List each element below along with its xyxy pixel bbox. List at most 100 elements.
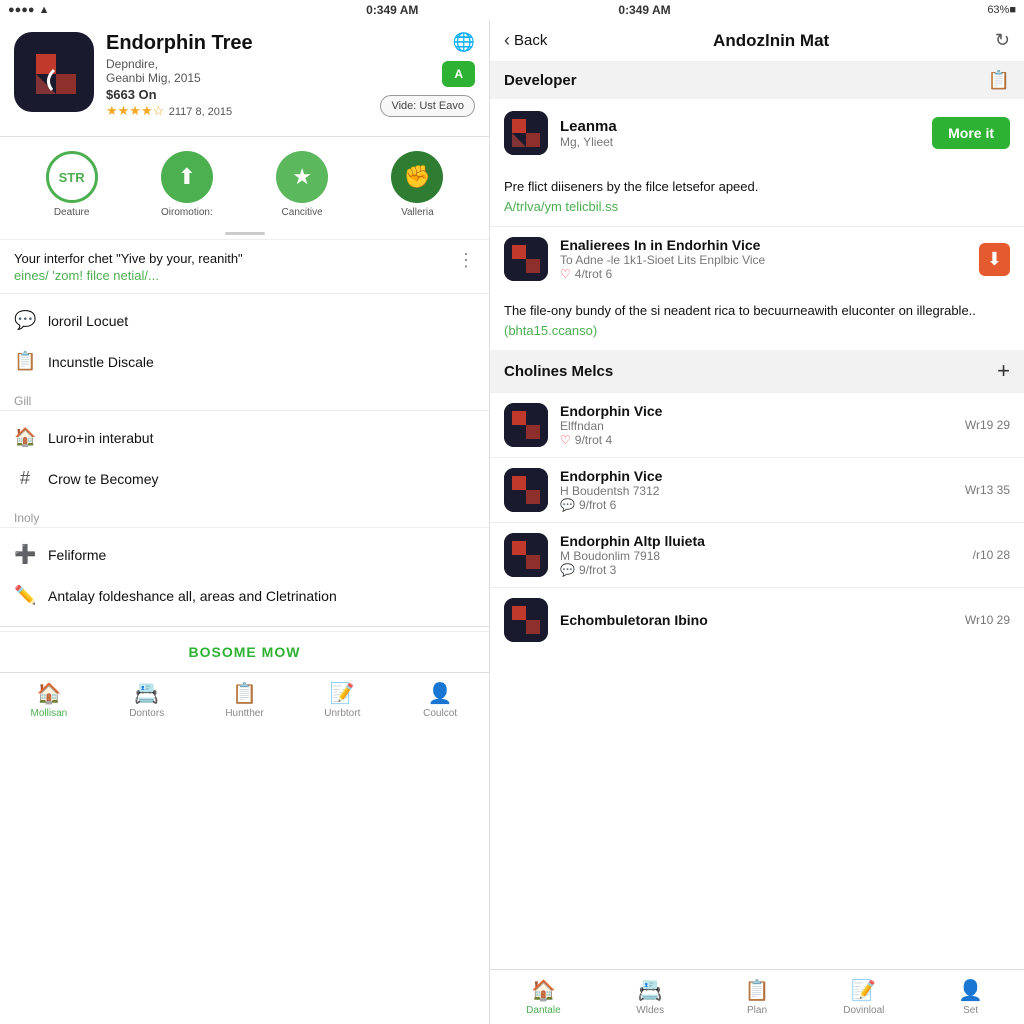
menu-label-crow: Crow te Becomey — [48, 471, 158, 487]
refresh-icon[interactable]: ↻ — [995, 30, 1010, 51]
add-collection-button[interactable]: + — [997, 358, 1010, 384]
review-link[interactable]: eines/ 'zom! filce netial/... — [14, 268, 243, 283]
home-nav-icon: 🏠 — [36, 681, 61, 706]
heart-icon: ♡ — [560, 267, 571, 281]
feature-circle-oiromotion: ⬆ — [161, 151, 213, 203]
card-nav-icon: 📇 — [134, 681, 159, 706]
nav-item-dantale[interactable]: 🏠 Dantale — [490, 970, 597, 1024]
nav-item-dontors[interactable]: 📇 Dontors — [98, 673, 196, 727]
scroll-indicator — [0, 228, 489, 239]
app-sub-0: Elffndan — [560, 419, 953, 433]
right-bottom-nav: 🏠 Dantale 📇 Wldes 📋 Plan 📝 Dovinloal 👤 S… — [490, 969, 1024, 1024]
dev-sub: Mg, Ylieet — [560, 135, 920, 149]
nav-label-dantale: Dantale — [526, 1005, 560, 1016]
section-label-gill: Gill — [0, 388, 489, 410]
app-stars: ★★★★☆ — [106, 103, 164, 118]
nav-item-wldes[interactable]: 📇 Wldes — [597, 970, 704, 1024]
nav-item-dovinloal[interactable]: 📝 Dovinloal — [810, 970, 917, 1024]
nav-label-unrbtort: Unrbtort — [324, 708, 360, 719]
app-date-2: /r10 28 — [973, 548, 1010, 562]
app-sub-2: M Boudonlim 7918 — [560, 549, 961, 563]
left-panel: Endorphin Tree Depndire, Geanbi Mig, 201… — [0, 20, 490, 1024]
feature-circle-cancitive: ★ — [276, 151, 328, 203]
feature-item-1: ⬆ Oiromotion: — [161, 151, 213, 218]
app-price: $663 On — [106, 87, 368, 102]
feature-item-3: ✊ Valleria — [391, 151, 443, 218]
section-label-inoly: Inoly — [0, 505, 489, 527]
divider-1 — [0, 136, 489, 137]
menu-item-crow[interactable]: # Crow te Becomey — [0, 458, 489, 499]
right-title: Andozlnin Mat — [713, 31, 829, 51]
app-meta-1: 💬 9/frot 6 — [560, 498, 953, 512]
review-text: Your interfor chet "Yive by your, reanit… — [14, 250, 243, 268]
menu-label-luro: Luro+in interabut — [48, 430, 153, 446]
long-desc-link[interactable]: (bhta15.ccanso) — [504, 323, 597, 338]
feature-item-2: ★ Cancitive — [276, 151, 328, 218]
menu-section-3: ➕ Feliforme ✏️ Antalay foldeshance all, … — [0, 527, 489, 622]
developer-icon: 📋 — [988, 70, 1010, 91]
home-nav-icon-r: 🏠 — [531, 978, 556, 1003]
nav-item-coulcot[interactable]: 👤 Coulcot — [391, 673, 489, 727]
featured-app-logo — [504, 237, 548, 281]
nav-item-huntther[interactable]: 📋 Huntther — [196, 673, 294, 727]
desc-link[interactable]: A/trlva/ym telicbil.ss — [504, 199, 618, 214]
dev-info: Leanma Mg, Ylieet — [560, 118, 920, 149]
more-it-button[interactable]: More it — [932, 117, 1010, 149]
developer-title: Developer — [504, 72, 577, 89]
featured-app-sub: To Adne -le 1k1-Sioet Lits Enplbic Vice — [560, 253, 967, 267]
video-button[interactable]: Vide: Ust Eavo — [380, 95, 475, 117]
app-subtitle: Depndire, — [106, 57, 368, 71]
install-button[interactable]: A — [442, 61, 475, 87]
status-left: ●●●● ▲ — [0, 4, 57, 16]
nav-item-plan[interactable]: 📋 Plan — [704, 970, 811, 1024]
menu-label-antalay: Antalay foldeshance all, areas and Cletr… — [48, 588, 337, 604]
card-nav-icon-r: 📇 — [638, 978, 663, 1003]
back-button[interactable]: ‹ Back — [504, 30, 547, 51]
status-time-left: 0:349 AM — [366, 3, 418, 17]
comment-icon-1: 💬 — [560, 498, 575, 512]
menu-item-luro[interactable]: 🏠 Luro+in interabut — [0, 417, 489, 458]
collections-title: Cholines Melcs — [504, 363, 613, 380]
nav-label-plan: Plan — [747, 1005, 767, 1016]
back-label: Back — [514, 32, 547, 49]
app-info: Endorphin Tree Depndire, Geanbi Mig, 201… — [106, 32, 368, 120]
battery-icon: 63%■ — [987, 4, 1016, 16]
menu-item-antalay[interactable]: ✏️ Antalay foldeshance all, areas and Cl… — [0, 575, 489, 616]
app-icon-2 — [504, 533, 548, 577]
review-header: Your interfor chet "Yive by your, reanit… — [14, 250, 475, 283]
featured-app-action[interactable]: ⬇ — [979, 243, 1010, 276]
nav-item-unrbtort[interactable]: 📝 Unrbtort — [293, 673, 391, 727]
app-meta-value-2: 9/frot 3 — [579, 563, 616, 577]
app-name-0: Endorphin Vice — [560, 403, 953, 419]
more-options-icon[interactable]: ⋮ — [457, 250, 475, 271]
wifi-icon: ▲ — [39, 4, 50, 16]
menu-item-incunstle[interactable]: 📋 Incunstle Discale — [0, 341, 489, 382]
feature-row: STR Deature ⬆ Oiromotion: ★ Cancitive ✊ … — [0, 141, 489, 228]
status-right: 63%■ — [979, 4, 1024, 16]
nav-item-set[interactable]: 👤 Set — [917, 970, 1024, 1024]
app-list-item-0: Endorphin Vice Elffndan ♡ 9/trot 4 Wr19 … — [490, 392, 1024, 457]
app-info-3: Echombuletoran Ibino — [560, 612, 953, 628]
feature-item-0: STR Deature — [46, 151, 98, 218]
app-date-1: Wr13 35 — [965, 483, 1010, 497]
clipboard-icon: 📋 — [14, 351, 36, 372]
right-header: ‹ Back Andozlnin Mat ↻ — [490, 20, 1024, 62]
app-icon-large — [14, 32, 94, 112]
app-name-3: Echombuletoran Ibino — [560, 612, 953, 628]
featured-app-icon — [504, 237, 548, 281]
globe-icon[interactable]: 🌐 — [453, 32, 475, 53]
dev-name: Leanma — [560, 118, 920, 135]
heart-icon-0: ♡ — [560, 433, 571, 447]
note-nav-icon: 📝 — [330, 681, 355, 706]
menu-item-feliforme[interactable]: ➕ Feliforme — [0, 534, 489, 575]
nav-item-mollisan[interactable]: 🏠 Mollisan — [0, 673, 98, 727]
bottom-action[interactable]: BOSOME MOW — [0, 631, 489, 672]
nav-label-set: Set — [963, 1005, 978, 1016]
menu-item-lororil[interactable]: 💬 lororil Locuet — [0, 300, 489, 341]
feature-label-3: Valleria — [401, 207, 434, 218]
nav-label-dontors: Dontors — [129, 708, 164, 719]
app-rating-date: 2117 8, 2015 — [169, 106, 232, 118]
app-icon-1 — [504, 468, 548, 512]
long-desc-text: The file-ony bundy of the si neadent ric… — [490, 291, 1024, 350]
feature-label-0: Deature — [54, 207, 90, 218]
